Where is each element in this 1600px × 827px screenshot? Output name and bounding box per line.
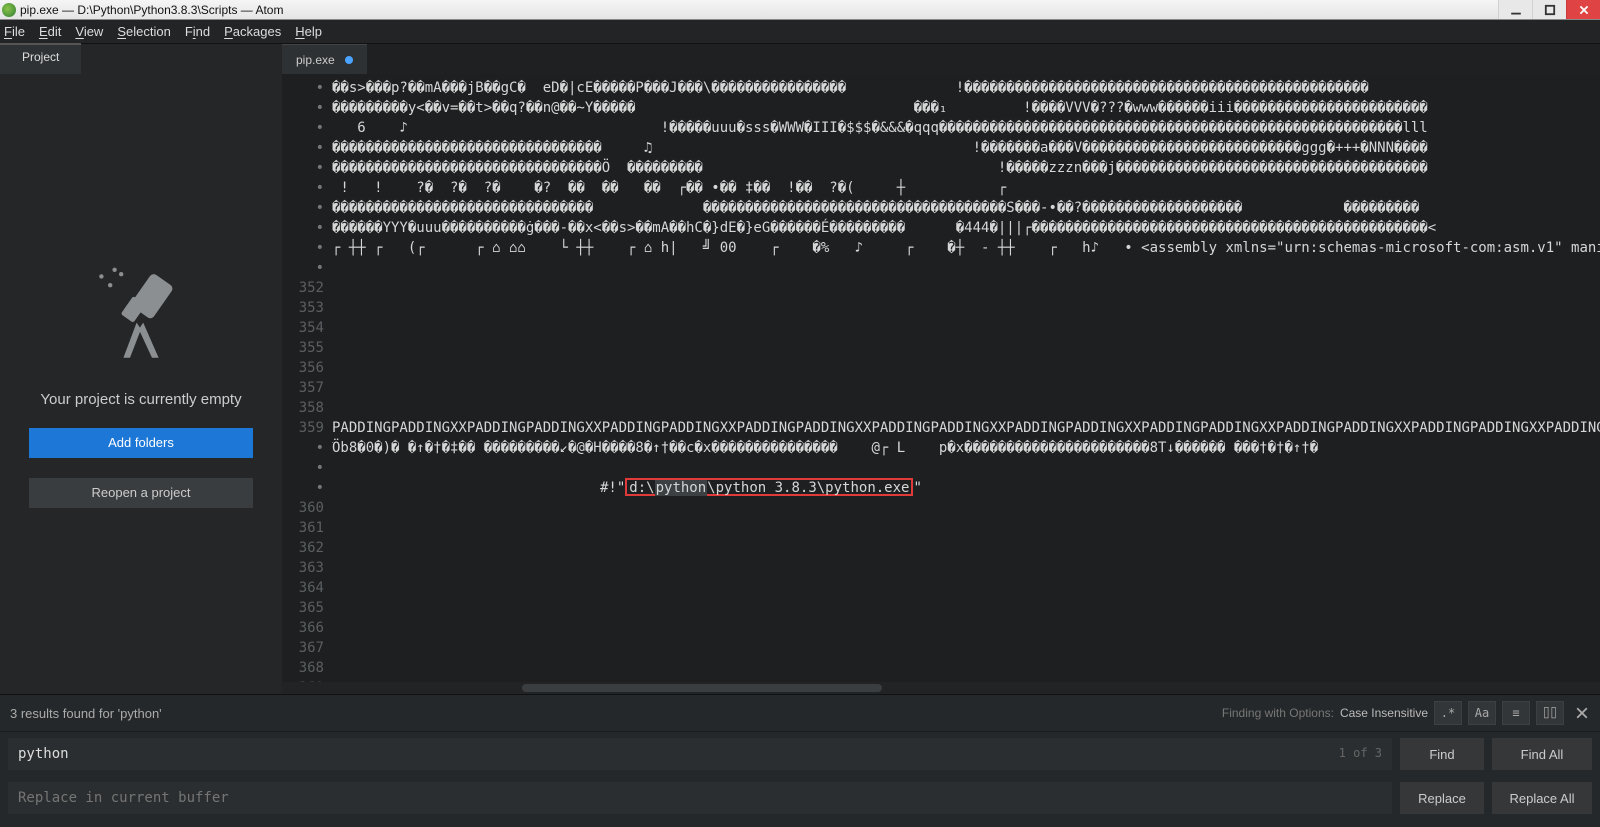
replace-button[interactable]: Replace (1400, 782, 1484, 814)
menu-edit[interactable]: Edit (39, 24, 61, 39)
unsaved-dot-icon (345, 56, 353, 64)
menu-selection[interactable]: Selection (117, 24, 170, 39)
window-title: pip.exe — D:\Python\Python3.8.3\Scripts … (20, 3, 283, 17)
line-gutter: ••••••••••352353354355356357358359•••360… (282, 74, 332, 682)
find-count: 1 of 3 (1339, 746, 1382, 760)
find-panel: 3 results found for 'python' Finding wit… (0, 694, 1600, 827)
menu-packages[interactable]: Packages (224, 24, 281, 39)
regex-toggle-icon[interactable]: .* (1434, 701, 1462, 725)
replace-input-row: Replace Replace All (0, 776, 1600, 820)
editor-pane: pip.exe ••••••••••3523533543553563573583… (282, 44, 1600, 694)
menu-help[interactable]: Help (295, 24, 322, 39)
editor-tab-label: pip.exe (296, 53, 335, 67)
add-folders-button[interactable]: Add folders (29, 428, 253, 458)
find-input-row: 1 of 3 Find Find All (0, 732, 1600, 776)
find-options-label: Finding with Options: (1222, 706, 1334, 720)
editor-view[interactable]: ••••••••••352353354355356357358359•••360… (282, 74, 1600, 682)
find-options: Finding with Options: Case Insensitive .… (1222, 701, 1594, 725)
menu-find[interactable]: Find (185, 24, 210, 39)
maximize-button[interactable] (1532, 0, 1566, 19)
minimize-button[interactable] (1498, 0, 1532, 19)
find-input-container[interactable]: 1 of 3 (8, 738, 1392, 770)
close-button[interactable] (1566, 0, 1600, 19)
find-button[interactable]: Find (1400, 738, 1484, 770)
editor-lines[interactable]: ��s>���p?��mA���jB��gC� eD�|cE�����P���J… (332, 74, 1600, 682)
window-titlebar: pip.exe — D:\Python\Python3.8.3\Scripts … (0, 0, 1600, 20)
find-status-text: 3 results found for 'python' (10, 706, 162, 721)
menu-bar: File Edit View Selection Find Packages H… (0, 20, 1600, 44)
whole-word-toggle-icon[interactable]: ⌷⌷ (1536, 701, 1564, 725)
find-all-button[interactable]: Find All (1492, 738, 1592, 770)
main-body: Project Your project is cu (0, 44, 1600, 694)
sidebar: Project Your project is cu (0, 44, 282, 694)
editor-scrollbar-horizontal[interactable] (282, 682, 1600, 694)
menu-file[interactable]: File (4, 24, 25, 39)
reopen-project-button[interactable]: Reopen a project (29, 478, 253, 508)
scrollbar-thumb[interactable] (522, 684, 882, 692)
menu-view[interactable]: View (75, 24, 103, 39)
find-input[interactable] (18, 738, 1382, 770)
replace-input-container[interactable] (8, 782, 1392, 814)
app-icon (2, 3, 16, 17)
sidebar-tab-project[interactable]: Project (0, 44, 81, 74)
replace-input[interactable] (18, 782, 1382, 814)
sidebar-body: Your project is currently empty Add fold… (0, 74, 282, 694)
find-options-value: Case Insensitive (1340, 706, 1428, 720)
find-close-icon[interactable] (1570, 701, 1594, 725)
selection-toggle-icon[interactable]: ≡ (1502, 701, 1530, 725)
project-empty-text: Your project is currently empty (40, 391, 241, 408)
find-status-row: 3 results found for 'python' Finding wit… (0, 695, 1600, 732)
editor-tabbar: pip.exe (282, 44, 1600, 74)
telescope-icon (86, 261, 196, 371)
replace-all-button[interactable]: Replace All (1492, 782, 1592, 814)
sidebar-tabbar: Project (0, 44, 282, 74)
window-controls (1498, 0, 1600, 19)
editor-tab-pipexe[interactable]: pip.exe (282, 44, 367, 74)
case-toggle-icon[interactable]: Aa (1468, 701, 1496, 725)
